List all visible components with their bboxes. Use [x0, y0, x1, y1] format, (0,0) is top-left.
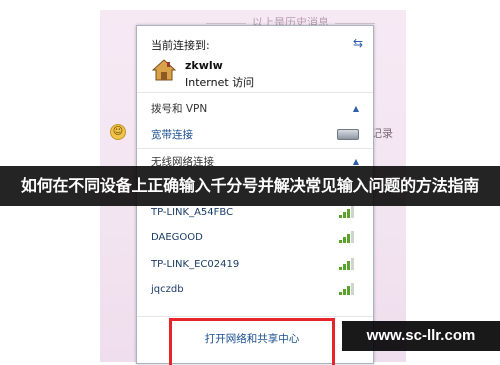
- network-status: Internet 访问: [185, 76, 255, 89]
- signal-strength-icon: [339, 204, 359, 218]
- divider: [137, 148, 373, 149]
- article-title-banner: 如何在不同设备上正确输入千分号并解决常见输入问题的方法指南: [0, 166, 500, 206]
- wifi-network-item[interactable]: TP-LINK_A54FBC: [151, 207, 233, 218]
- network-name: zkwlw: [185, 59, 223, 72]
- open-network-sharing-center-link[interactable]: 打开网络和共享中心: [172, 331, 332, 346]
- collapse-icon[interactable]: ▲: [353, 104, 359, 113]
- broadband-connection[interactable]: 宽带连接: [151, 127, 193, 142]
- wifi-network-item[interactable]: jqczdb: [151, 284, 184, 295]
- signal-strength-icon: [339, 281, 359, 295]
- current-connection-label: 当前连接到:: [151, 39, 210, 52]
- signal-strength-icon: [339, 256, 359, 270]
- site-watermark: www.sc-llr.com: [342, 321, 500, 351]
- history-record-link[interactable]: 记录: [371, 125, 393, 141]
- modem-icon: [337, 129, 359, 140]
- refresh-icon[interactable]: ⇆: [353, 36, 363, 50]
- divider: [137, 316, 373, 317]
- home-network-icon: [151, 59, 177, 81]
- highlight-box: 打开网络和共享中心: [169, 318, 335, 365]
- wifi-network-item[interactable]: TP-LINK_EC02419: [151, 259, 239, 270]
- signal-strength-icon: [339, 229, 359, 243]
- divider: [137, 92, 373, 93]
- emoji-icon[interactable]: ☺: [110, 124, 126, 140]
- dialup-vpn-section[interactable]: 拨号和 VPN: [151, 101, 207, 116]
- wifi-network-item[interactable]: DAEGOOD: [151, 232, 203, 243]
- collapse-icon[interactable]: ▲: [353, 157, 359, 166]
